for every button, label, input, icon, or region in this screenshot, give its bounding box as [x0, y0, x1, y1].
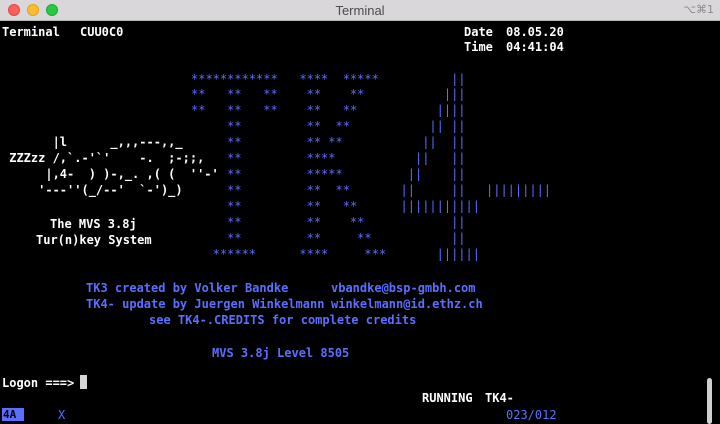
tk-logo-bar: ||||||||| [486, 183, 552, 197]
time-label: Time [464, 40, 493, 54]
terminal-label: Terminal [2, 25, 60, 39]
system-name-line2: Tur(n)key System [36, 233, 152, 247]
terminal-id: CUU0C0 [80, 25, 124, 39]
date-value: 08.05.20 [506, 25, 564, 39]
scrollbar-thumb[interactable] [707, 378, 712, 424]
status-system: TK4- [485, 391, 514, 405]
oia-x: X [58, 408, 66, 422]
tk-logo-line: ** **** || || [191, 151, 466, 165]
credits-note: see TK4-.CREDITS for complete credits [149, 313, 417, 327]
credit-email: vbandke@bsp-gmbh.com [331, 281, 476, 295]
status-running: RUNNING [422, 391, 473, 405]
logon-prompt: Logon ===> [2, 376, 75, 390]
cursor-position: 023/012 [506, 408, 557, 422]
window-title: Terminal [335, 3, 385, 18]
tk-logo-line: ** ** ** || || [191, 135, 466, 149]
turnkey-art-line: |,4- ) )-,_. ,( ( ''-' [2, 167, 219, 181]
system-name-line1: The MVS 3.8j [50, 217, 137, 231]
tk-logo-line: ** ***** || || [191, 167, 466, 181]
tk-logo-line: ** ** ** ||||||||||| [191, 199, 480, 213]
date-label: Date [464, 25, 493, 39]
oia-indicator: 4A [2, 408, 24, 421]
window-titlebar: Terminal ⌥⌘1 [0, 0, 720, 21]
logon-input[interactable] [80, 375, 87, 389]
turnkey-art-line: ZZZzz /,`.-'`' -. ;-;;, [2, 151, 205, 165]
tk-logo-line: ****** **** *** |||||| [191, 247, 480, 261]
credit-text: TK3 created by Volker Bandke [86, 281, 289, 295]
tk-logo-line: ** ** ** ** ** |||| [191, 103, 466, 117]
tk-logo-line: ************ **** ***** || [191, 72, 466, 86]
turnkey-art-line: |l _,,,---,,_ [2, 135, 183, 149]
credit-text: TK4- update by Juergen Winkelmann [86, 297, 325, 311]
credit-email: winkelmann@id.ethz.ch [331, 297, 483, 311]
mvs-level: MVS 3.8j Level 8505 [212, 346, 350, 360]
window-shortcut-label: ⌥⌘1 [683, 3, 714, 16]
time-value: 04:41:04 [506, 40, 564, 54]
turnkey-art-line: '---''(_/--' `-')_) [2, 183, 183, 197]
tk-logo-line: ** ** ** || [191, 231, 466, 245]
tk-logo-line: ** ** ** || || [191, 119, 466, 133]
terminal-screen[interactable]: Terminal CUU0C0 Date 08.05.20 Time 04:41… [0, 21, 720, 424]
tk-logo-line: ** ** ** || [191, 215, 466, 229]
tk-logo-line: ** ** ** ** ** ||| [191, 87, 466, 101]
tk-logo-line: ** ** ** || || [191, 183, 466, 197]
